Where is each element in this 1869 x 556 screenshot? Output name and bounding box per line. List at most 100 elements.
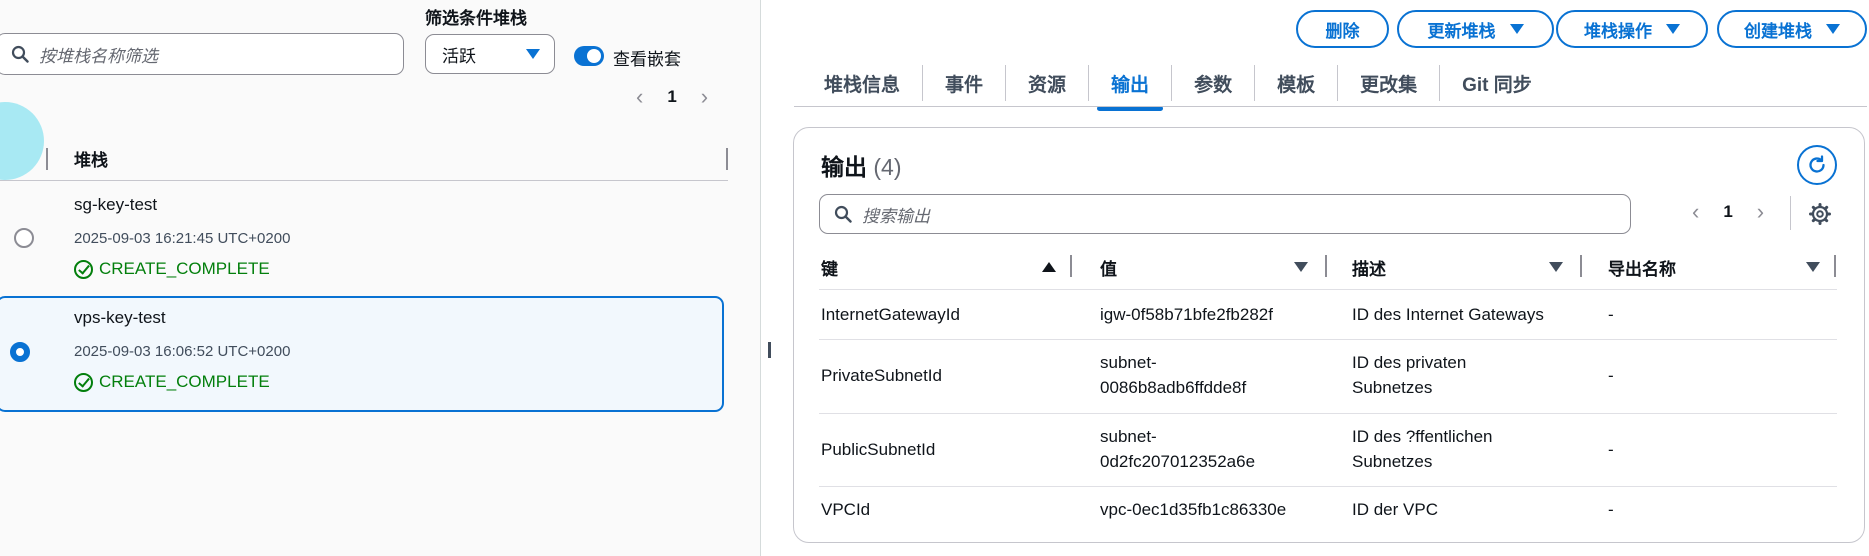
refresh-icon: [1809, 155, 1825, 173]
chevron-right-icon[interactable]: ›: [1757, 201, 1764, 223]
stack-row-selected[interactable]: vps-key-test 2025-09-03 16:06:52 UTC+020…: [0, 296, 724, 412]
row-divider: [819, 486, 1837, 487]
resize-handle[interactable]: [768, 342, 771, 358]
tab-git-sync[interactable]: Git 同步: [1440, 65, 1554, 101]
stack-status: CREATE_COMPLETE: [74, 372, 270, 392]
output-export-name: -: [1608, 305, 1614, 324]
view-nested-toggle[interactable]: [574, 46, 604, 66]
outputs-count: (4): [873, 154, 902, 180]
output-description-line1: ID des ?ffentlichen: [1352, 427, 1493, 446]
column-resizer[interactable]: [1580, 255, 1582, 277]
view-nested-label: 查看嵌套: [613, 50, 681, 69]
column-resizer[interactable]: [1834, 255, 1836, 277]
output-key: PublicSubnetId: [821, 440, 936, 459]
delete-button[interactable]: 删除: [1296, 10, 1389, 48]
sort-ascending-icon[interactable]: [1042, 262, 1056, 272]
tab-change-sets[interactable]: 更改集: [1338, 65, 1441, 101]
row-divider: [819, 413, 1837, 414]
column-resizer[interactable]: [1070, 255, 1072, 277]
stack-actions-label: 堆栈操作: [1584, 21, 1652, 41]
output-description-line1: ID des privaten: [1352, 353, 1467, 372]
tab-stack-info[interactable]: 堆栈信息: [802, 65, 924, 101]
stack-status-text: CREATE_COMPLETE: [99, 259, 270, 278]
output-key: PrivateSubnetId: [821, 366, 942, 385]
column-resizer[interactable]: [1325, 255, 1327, 277]
caret-down-icon: [1826, 24, 1840, 34]
stack-actions-button[interactable]: 堆栈操作: [1556, 10, 1708, 48]
delete-button-label: 删除: [1325, 21, 1360, 41]
filter-label: 筛选条件堆栈: [425, 9, 527, 28]
create-stack-label: 创建堆栈: [1744, 21, 1812, 41]
chevron-left-icon[interactable]: ‹: [1692, 201, 1699, 223]
stack-name: sg-key-test: [74, 195, 158, 214]
outputs-title: 输出: [821, 154, 867, 180]
stack-status-text: CREATE_COMPLETE: [99, 372, 270, 391]
column-header-description[interactable]: 描述: [1352, 255, 1386, 280]
output-description-line2: Subnetzes: [1352, 452, 1433, 471]
tab-events[interactable]: 事件: [923, 65, 1007, 101]
caret-down-icon: [1509, 24, 1524, 34]
outputs-pagination: ‹ 1 ›: [1692, 201, 1764, 223]
output-value: vpc-0ec1d35fb1c86330e: [1100, 500, 1287, 519]
stack-detail-tabs: 堆栈信息 事件 资源 输出 参数 模板 更改集 Git 同步: [802, 58, 1554, 111]
output-description: ID des Internet Gateways: [1352, 305, 1544, 324]
stack-pagination: ‹ 1 ›: [636, 86, 708, 108]
output-value-line2: 0086b8adb6ffdde8f: [1100, 378, 1247, 397]
output-description-line2: Subnetzes: [1352, 378, 1433, 397]
click-highlight: [0, 102, 44, 180]
output-key: VPCId: [821, 500, 871, 519]
outputs-heading: 输出 (4): [821, 148, 902, 182]
settings-divider: [1790, 196, 1791, 230]
gear-icon[interactable]: [1808, 202, 1832, 226]
sort-icon[interactable]: [1806, 262, 1820, 272]
output-key: InternetGatewayId: [821, 305, 960, 324]
outputs-search-input[interactable]: 搜索输出: [819, 194, 1631, 234]
page-number[interactable]: 1: [1723, 202, 1732, 222]
output-description: ID der VPC: [1352, 500, 1438, 519]
column-header-export-name[interactable]: 导出名称: [1608, 255, 1676, 280]
outputs-search-placeholder: 搜索输出: [862, 206, 930, 226]
tabs-divider: [794, 106, 1867, 107]
success-check-icon: [74, 259, 93, 279]
stack-list-panel: 按堆栈名称筛选 筛选条件堆栈 活跃 查看嵌套 ‹ 1 › 堆栈 sg-key-t…: [0, 0, 760, 556]
stack-time: 2025-09-03 16:21:45 UTC+0200: [74, 230, 291, 247]
chevron-left-icon[interactable]: ‹: [636, 86, 643, 108]
column-header-key[interactable]: 键: [821, 255, 838, 280]
create-stack-button[interactable]: 创建堆栈: [1717, 10, 1867, 48]
tab-template[interactable]: 模板: [1255, 65, 1339, 101]
sort-icon[interactable]: [1294, 262, 1308, 272]
stack-name: vps-key-test: [74, 308, 166, 327]
row-divider: [819, 339, 1837, 340]
output-value-line2: 0d2fc207012352a6e: [1100, 452, 1256, 471]
tab-resources[interactable]: 资源: [1006, 65, 1090, 101]
output-value: igw-0f58b71bfe2fb282f: [1100, 305, 1273, 324]
header-divider: [0, 180, 728, 181]
stack-search-placeholder: 按堆栈名称筛选: [39, 46, 158, 66]
stack-row[interactable]: sg-key-test 2025-09-03 16:21:45 UTC+0200…: [0, 183, 728, 293]
stack-radio-selected[interactable]: [10, 342, 30, 362]
filter-select-value: 活跃: [442, 46, 476, 66]
chevron-right-icon[interactable]: ›: [701, 86, 708, 108]
tab-parameters[interactable]: 参数: [1172, 65, 1256, 101]
search-icon: [834, 205, 852, 223]
caret-down-icon: [1666, 24, 1680, 34]
refresh-button[interactable]: [1797, 145, 1837, 185]
search-icon: [11, 45, 29, 63]
output-export-name: -: [1608, 500, 1614, 519]
table-header-divider: [819, 289, 1837, 290]
tab-outputs[interactable]: 输出: [1089, 65, 1173, 111]
column-header-value[interactable]: 值: [1100, 255, 1117, 280]
update-stack-label: 更新堆栈: [1427, 21, 1496, 41]
page-number[interactable]: 1: [667, 87, 676, 107]
stack-search-input[interactable]: 按堆栈名称筛选: [0, 33, 404, 75]
update-stack-button[interactable]: 更新堆栈: [1397, 10, 1554, 48]
column-resizer[interactable]: [46, 148, 48, 170]
stack-radio[interactable]: [14, 228, 34, 248]
output-value-line1: subnet-: [1100, 427, 1157, 446]
stack-time: 2025-09-03 16:06:52 UTC+0200: [74, 343, 291, 360]
stack-column-header: 堆栈: [74, 151, 108, 170]
sort-icon[interactable]: [1549, 262, 1563, 272]
filter-select[interactable]: 活跃: [425, 34, 555, 74]
column-resizer[interactable]: [726, 148, 728, 170]
stack-status: CREATE_COMPLETE: [74, 259, 270, 279]
